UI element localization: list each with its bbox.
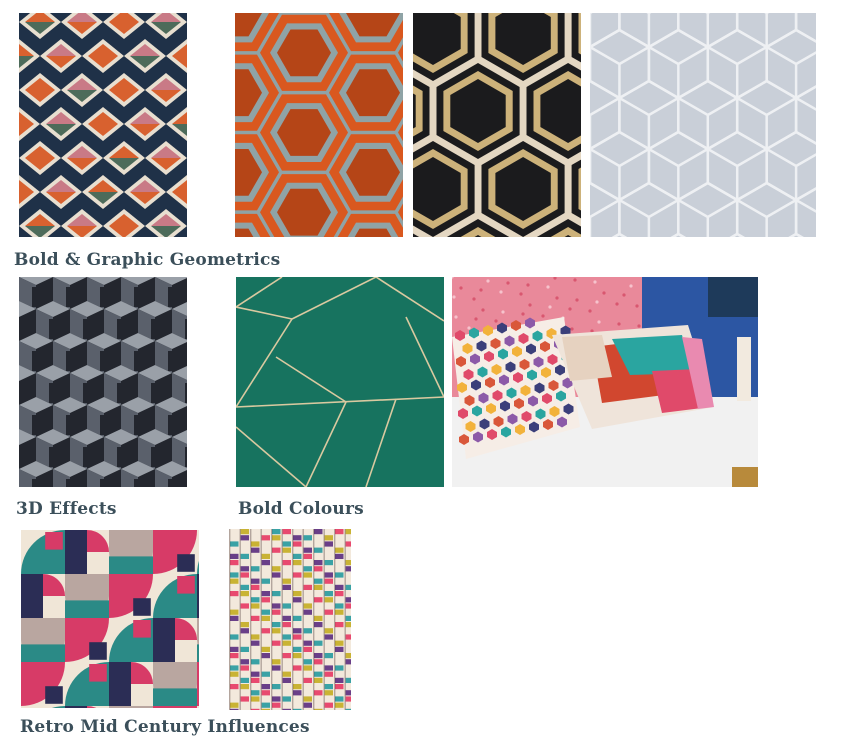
caption-bold-graphic-geometrics: Bold & Graphic Geometrics xyxy=(14,250,281,270)
swatch-diamond-weave xyxy=(19,13,187,237)
swatch-grey-cube-trellis xyxy=(590,13,816,237)
swatch-orange-hexagon xyxy=(235,13,403,237)
swatch-retro-abstract xyxy=(21,530,199,708)
caption-3d-effects: 3D Effects xyxy=(16,499,117,519)
photo-cushions-on-bed xyxy=(452,277,758,487)
swatch-3d-block-weave xyxy=(19,277,187,487)
caption-retro-mid-century: Retro Mid Century Influences xyxy=(20,717,310,737)
swatch-green-geometric-lines xyxy=(236,277,444,487)
caption-bold-colours: Bold Colours xyxy=(238,499,364,519)
swatch-black-gold-hexagon xyxy=(413,13,581,237)
swatch-striped-curtain xyxy=(229,529,351,710)
